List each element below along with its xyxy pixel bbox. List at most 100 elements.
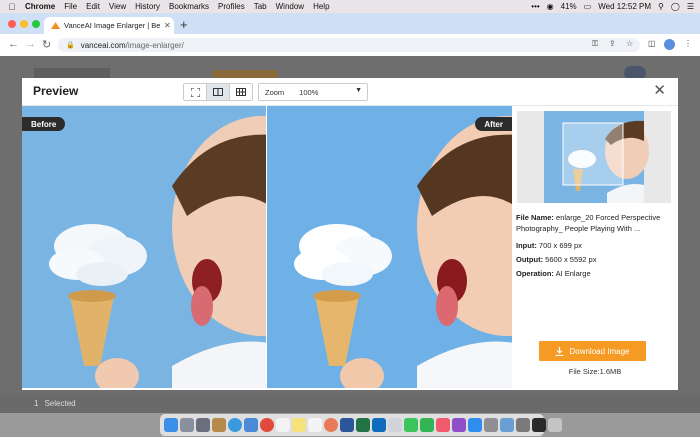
- lock-icon[interactable]: 🔒: [66, 41, 75, 49]
- before-image[interactable]: Before: [22, 106, 266, 388]
- view-mode-group: [183, 83, 253, 101]
- modal-title: Preview: [33, 84, 79, 98]
- menu-edit[interactable]: Edit: [86, 2, 100, 11]
- operation-value: AI Enlarge: [555, 269, 591, 278]
- user-icon[interactable]: ◯: [671, 2, 680, 11]
- menu-tab[interactable]: Tab: [254, 2, 267, 11]
- dock: [160, 414, 562, 436]
- tab-close-icon[interactable]: ✕: [164, 21, 171, 30]
- download-image-button[interactable]: Download Image: [539, 341, 646, 361]
- menu-app-name[interactable]: Chrome: [25, 2, 55, 11]
- close-modal-icon[interactable]: ✕: [653, 81, 666, 99]
- download-icon: [555, 346, 564, 356]
- facetime-icon[interactable]: [420, 418, 434, 432]
- before-photo: [22, 106, 266, 388]
- appstore-icon[interactable]: [468, 418, 482, 432]
- ellipsis-icon[interactable]: •••: [531, 2, 539, 11]
- before-label: Before: [22, 117, 66, 131]
- share-icon[interactable]: ⇪: [609, 39, 616, 48]
- podcasts-icon[interactable]: [452, 418, 466, 432]
- dock-area: [0, 413, 700, 437]
- download-label: Download Image: [569, 346, 630, 356]
- navigator-thumbnail[interactable]: [517, 111, 671, 203]
- menu-help[interactable]: Help: [313, 2, 329, 11]
- outlook-icon[interactable]: [372, 418, 386, 432]
- reload-icon[interactable]: ↻: [42, 38, 51, 51]
- after-image[interactable]: After: [267, 106, 512, 388]
- selected-count: 1: [34, 398, 39, 408]
- file-size-value: 1.6MB: [599, 367, 622, 376]
- bookmark-star-icon[interactable]: ☆: [626, 39, 633, 48]
- clock[interactable]: Wed 12:52 PM: [598, 2, 651, 11]
- menu-history[interactable]: History: [135, 2, 160, 11]
- url-field[interactable]: 🔒 vanceai.com/image-enlarger/: [58, 38, 640, 52]
- preview-modal: Preview Zoom 100% ▼ ✕ Before After File …: [22, 78, 678, 390]
- side-by-side-view-button[interactable]: [230, 84, 252, 100]
- forward-icon[interactable]: →: [25, 38, 36, 50]
- input-label: Input:: [516, 241, 537, 250]
- messages-icon[interactable]: [404, 418, 418, 432]
- profile-avatar[interactable]: [664, 39, 675, 50]
- wifi-icon[interactable]: ◉: [547, 2, 554, 11]
- zoom-select[interactable]: Zoom 100% ▼: [258, 83, 368, 101]
- terminal-icon[interactable]: [532, 418, 546, 432]
- input-row: Input: 700 x 699 px: [516, 240, 674, 251]
- trash-icon[interactable]: [548, 418, 562, 432]
- control-center-icon[interactable]: ☰: [687, 2, 694, 11]
- minimize-window-icon[interactable]: [20, 20, 28, 28]
- fullscreen-view-button[interactable]: [184, 84, 207, 100]
- close-window-icon[interactable]: [8, 20, 16, 28]
- selection-status-bar: 1 Selected: [0, 393, 700, 413]
- modal-header: Preview Zoom 100% ▼ ✕: [22, 78, 678, 106]
- vanceai-favicon-icon: [51, 22, 60, 29]
- chrome-icon[interactable]: [260, 418, 274, 432]
- tab-bar: VanceAI Image Enlarger | Best ✕ +: [0, 13, 700, 34]
- operation-label: Operation:: [516, 269, 554, 278]
- key-icon[interactable]: ⚿: [592, 39, 598, 49]
- mail-icon[interactable]: [244, 418, 258, 432]
- new-tab-icon[interactable]: +: [180, 17, 188, 32]
- calendar-icon[interactable]: [276, 418, 290, 432]
- sidebar-icon[interactable]: ◫: [648, 39, 656, 48]
- menu-profiles[interactable]: Profiles: [218, 2, 245, 11]
- more-menu-icon[interactable]: ⋮: [684, 39, 692, 48]
- back-icon[interactable]: ←: [8, 38, 19, 50]
- split-view-icon: [213, 88, 223, 96]
- word-icon[interactable]: [340, 418, 354, 432]
- output-value: 5600 x 5592 px: [545, 255, 597, 264]
- output-row: Output: 5600 x 5592 px: [516, 254, 674, 265]
- zoom-label: Zoom: [265, 87, 285, 97]
- finder-icon[interactable]: [164, 418, 178, 432]
- launchpad-icon[interactable]: [180, 418, 194, 432]
- file-name-row: File Name: enlarge_20 Forced Perspective…: [516, 212, 674, 234]
- stickies-icon[interactable]: [292, 418, 306, 432]
- reminders-icon[interactable]: [308, 418, 322, 432]
- split-view-button[interactable]: [207, 84, 230, 100]
- operation-row: Operation: AI Enlarge: [516, 268, 674, 279]
- finder-window-icon[interactable]: [516, 418, 530, 432]
- file-name-label: File Name:: [516, 213, 554, 222]
- battery-percent: 41%: [560, 2, 577, 11]
- maximize-window-icon[interactable]: [32, 20, 40, 28]
- menu-window[interactable]: Window: [276, 2, 304, 11]
- after-label: After: [475, 117, 512, 131]
- cloud-app-icon[interactable]: [388, 418, 402, 432]
- file-size-label: File Size:: [568, 367, 600, 376]
- tab-vanceai[interactable]: VanceAI Image Enlarger | Best ✕: [44, 17, 174, 34]
- thumbnail-photo: [544, 111, 649, 203]
- battery-icon[interactable]: ▭: [584, 2, 592, 11]
- safari-icon[interactable]: [228, 418, 242, 432]
- preview-icon[interactable]: [500, 418, 514, 432]
- url-host: vanceai.com: [80, 40, 126, 50]
- settings-icon[interactable]: [484, 418, 498, 432]
- excel-icon[interactable]: [356, 418, 370, 432]
- rocket-icon[interactable]: [196, 418, 210, 432]
- menu-view[interactable]: View: [109, 2, 126, 11]
- photos-icon[interactable]: [324, 418, 338, 432]
- spotlight-icon[interactable]: ⚲: [658, 2, 664, 11]
- music-icon[interactable]: [436, 418, 450, 432]
- notes-app-icon[interactable]: [212, 418, 226, 432]
- menu-file[interactable]: File: [64, 2, 77, 11]
- menu-bookmarks[interactable]: Bookmarks: [169, 2, 209, 11]
- apple-icon[interactable]: : [6, 2, 18, 12]
